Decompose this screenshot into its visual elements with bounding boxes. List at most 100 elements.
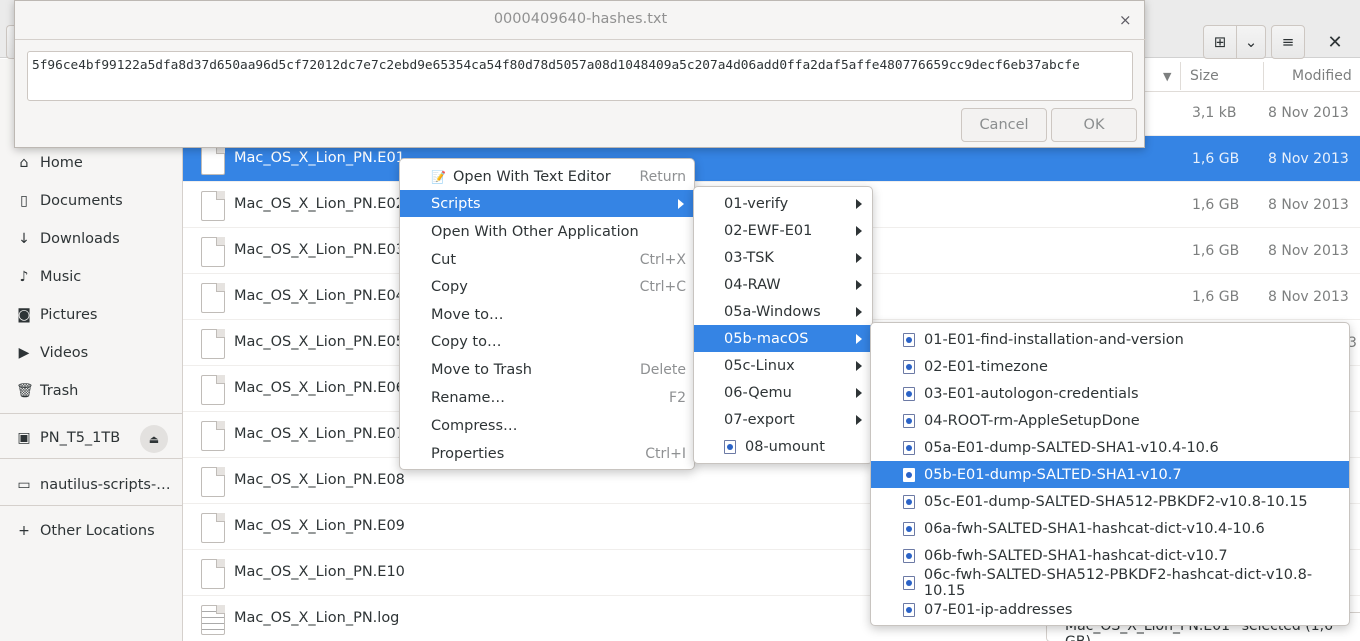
sidebar-item-home[interactable]: ⌂ Home	[0, 145, 182, 181]
sidebar-item-music[interactable]: ♪ Music	[0, 259, 182, 295]
submenu-item-selected[interactable]: 05b-macOS	[694, 325, 872, 352]
sidebar-divider	[0, 458, 182, 459]
sidebar-item-nautilus-scripts[interactable]: ▭ nautilus-scripts-…	[0, 467, 182, 503]
submenu-item[interactable]: 02-EWF-E01	[694, 217, 872, 244]
menu-item-cut[interactable]: Cut Ctrl+X	[400, 246, 694, 273]
script-item[interactable]: 07-E01-ip-addresses	[871, 596, 1349, 623]
menu-accelerator: Ctrl+C	[639, 278, 686, 295]
menu-item-label: Copy to…	[431, 333, 502, 350]
menu-item-label: Open With Other Application	[431, 223, 639, 240]
menu-item-label: Copy	[431, 278, 468, 295]
file-icon	[201, 283, 225, 313]
script-item[interactable]: 05c-E01-dump-SALTED-SHA512-PBKDF2-v10.8-…	[871, 488, 1349, 515]
menu-item-open-with-other-app[interactable]: Open With Other Application	[400, 218, 694, 245]
column-divider	[1263, 62, 1264, 90]
menu-item-copy-to[interactable]: Copy to…	[400, 328, 694, 355]
column-size[interactable]: Size	[1190, 68, 1219, 84]
menu-button[interactable]: ≡	[1271, 25, 1305, 59]
submenu-item[interactable]: 01-verify	[694, 190, 872, 217]
menu-item-label: 03-TSK	[724, 249, 774, 266]
menu-item-move-to[interactable]: Move to…	[400, 301, 694, 328]
script-item[interactable]: 02-E01-timezone	[871, 353, 1349, 380]
script-icon	[903, 521, 915, 536]
menu-item-label: Compress…	[431, 417, 518, 434]
submenu-item[interactable]: 05a-Windows	[694, 298, 872, 325]
file-size: 1,6 GB	[1192, 243, 1240, 259]
menu-item-copy[interactable]: Copy Ctrl+C	[400, 273, 694, 300]
submenu-item[interactable]: 08-umount	[694, 433, 872, 460]
menu-item-label: 06a-fwh-SALTED-SHA1-hashcat-dict-v10.4-1…	[924, 520, 1265, 537]
menu-item-properties[interactable]: Properties Ctrl+I	[400, 440, 694, 467]
chevron-down-icon: ⌄	[1244, 33, 1258, 51]
script-icon	[903, 494, 915, 509]
submenu-item[interactable]: 04-RAW	[694, 271, 872, 298]
scripts-submenu: 01-verify 02-EWF-E01 03-TSK 04-RAW 05a-W…	[693, 186, 873, 464]
script-icon	[903, 440, 915, 455]
file-date: 8 Nov 2013	[1268, 243, 1349, 259]
menu-item-label: 01-verify	[724, 195, 789, 212]
file-name: Mac_OS_X_Lion_PN.E05	[234, 334, 405, 350]
file-size: 1,6 GB	[1192, 289, 1240, 305]
script-item[interactable]: 06b-fwh-SALTED-SHA1-hashcat-dict-v10.7	[871, 542, 1349, 569]
menu-item-label: 07-E01-ip-addresses	[924, 601, 1073, 618]
script-item[interactable]: 04-ROOT-rm-AppleSetupDone	[871, 407, 1349, 434]
file-icon	[201, 421, 225, 451]
submenu-item[interactable]: 05c-Linux	[694, 352, 872, 379]
menu-item-compress[interactable]: Compress…	[400, 412, 694, 439]
menu-item-label: 08-umount	[745, 438, 825, 455]
close-icon[interactable]: ×	[1119, 11, 1132, 29]
file-name: Mac_OS_X_Lion_PN.E02	[234, 196, 405, 212]
sidebar-item-downloads[interactable]: ↓ Downloads	[0, 221, 182, 257]
menu-item-open-with-text-editor[interactable]: 📝 Open With Text Editor Return	[400, 163, 694, 190]
file-name: Mac_OS_X_Lion_PN.E03	[234, 242, 405, 258]
submenu-arrow-icon	[856, 361, 862, 371]
menu-item-move-to-trash[interactable]: Move to Trash Delete	[400, 356, 694, 383]
eject-button[interactable]: ⏏	[140, 425, 168, 453]
sidebar-item-other-locations[interactable]: + Other Locations	[0, 513, 182, 549]
script-item[interactable]: 03-E01-autologon-credentials	[871, 380, 1349, 407]
file-name: Mac_OS_X_Lion_PN.E07	[234, 426, 405, 442]
cancel-button[interactable]: Cancel	[961, 108, 1047, 142]
menu-item-rename[interactable]: Rename… F2	[400, 384, 694, 411]
sidebar-item-trash[interactable]: 🗑 Trash	[0, 373, 182, 409]
submenu-arrow-icon	[678, 199, 684, 209]
sidebar-item-label: Documents	[40, 193, 123, 209]
file-name: Mac_OS_X_Lion_PN.log	[234, 610, 400, 626]
view-options-button[interactable]: ⌄	[1236, 25, 1266, 59]
submenu-item[interactable]: 07-export	[694, 406, 872, 433]
submenu-item[interactable]: 03-TSK	[694, 244, 872, 271]
submenu-item[interactable]: 06-Qemu	[694, 379, 872, 406]
sidebar-item-videos[interactable]: ▶ Videos	[0, 335, 182, 371]
column-modified[interactable]: Modified	[1292, 68, 1352, 84]
menu-accelerator: Return	[639, 168, 686, 185]
menu-accelerator: Ctrl+I	[645, 445, 686, 462]
window-close-button[interactable]: ✕	[1316, 25, 1354, 59]
macos-submenu: 01-E01-find-installation-and-version 02-…	[870, 322, 1350, 626]
menu-accelerator: Delete	[640, 361, 686, 378]
hash-text-field[interactable]: 5f96ce4bf99122a5dfa8d37d650aa96d5cf72012…	[27, 51, 1133, 101]
script-item[interactable]: 05a-E01-dump-SALTED-SHA1-v10.4-10.6	[871, 434, 1349, 461]
file-date: 8 Nov 2013	[1268, 197, 1349, 213]
script-item[interactable]: 06c-fwh-SALTED-SHA512-PBKDF2-hashcat-dic…	[871, 567, 1349, 599]
menu-item-label: Move to…	[431, 306, 504, 323]
grid-view-button[interactable]: ⊞	[1203, 25, 1237, 59]
submenu-arrow-icon	[856, 388, 862, 398]
file-date: 8 Nov 2013	[1268, 151, 1349, 167]
sidebar-item-documents[interactable]: ▯ Documents	[0, 183, 182, 219]
script-item[interactable]: 06a-fwh-SALTED-SHA1-hashcat-dict-v10.4-1…	[871, 515, 1349, 542]
script-item-selected[interactable]: 05b-E01-dump-SALTED-SHA1-v10.7	[871, 461, 1349, 488]
menu-item-label: 06b-fwh-SALTED-SHA1-hashcat-dict-v10.7	[924, 547, 1228, 564]
video-icon: ▶	[18, 345, 30, 361]
sort-arrow-icon[interactable]: ▼	[1163, 70, 1171, 83]
script-item[interactable]: 01-E01-find-installation-and-version	[871, 326, 1349, 353]
sidebar-item-pictures[interactable]: ◙ Pictures	[0, 297, 182, 333]
dialog-divider	[15, 39, 1146, 40]
script-icon	[724, 439, 736, 454]
submenu-arrow-icon	[856, 280, 862, 290]
script-icon	[903, 548, 915, 563]
context-menu: 📝 Open With Text Editor Return Scripts Ope…	[399, 158, 695, 470]
submenu-arrow-icon	[856, 415, 862, 425]
ok-button[interactable]: OK	[1051, 108, 1137, 142]
menu-item-label: 05a-E01-dump-SALTED-SHA1-v10.4-10.6	[924, 439, 1219, 456]
menu-item-scripts[interactable]: Scripts	[400, 190, 694, 217]
